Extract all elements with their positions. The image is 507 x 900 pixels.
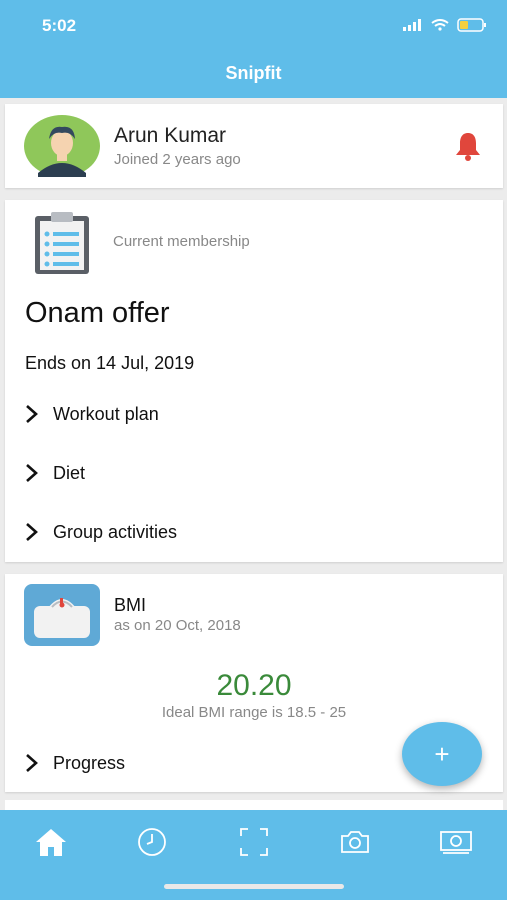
menu-item-workout-plan[interactable]: Workout plan [23,399,159,429]
menu-item-diet[interactable]: Diet [23,458,85,488]
menu-item-label: Diet [53,462,86,483]
plus-icon: + [434,738,450,769]
status-time: 5:02 [42,16,77,35]
nav-camera[interactable] [335,822,375,862]
app-header: 5:02 Snipfit [0,0,507,98]
menu-item-label: Workout plan [53,403,159,424]
nav-home[interactable] [31,822,71,862]
signal-icon [403,19,421,31]
status-icons [403,18,487,32]
bmi-ideal-range: Ideal BMI range is 18.5 - 25 [161,704,347,721]
home-indicator [164,884,344,889]
scan-icon [240,828,268,856]
menu-item-label: Group activities [53,521,178,542]
chevron-right-icon [26,464,38,482]
bmi-value: 20.20 [216,669,292,702]
camera-icon [341,831,369,853]
membership-label: Current membership [113,233,250,250]
add-button[interactable]: + [402,722,482,786]
offer-title: Onam offer [25,297,170,329]
user-name: Arun Kumar [114,124,227,147]
bmi-date: as on 20 Oct, 2018 [114,617,241,634]
nav-history[interactable] [132,822,172,862]
battery-icon [457,18,486,32]
bmi-title: BMI [114,595,147,615]
joined-text: Joined 2 years ago [114,151,241,168]
menu-item-label: Progress [53,752,126,773]
nav-scan[interactable] [234,822,274,862]
membership-end-date: Ends on 14 Jul, 2019 [25,353,195,373]
clipboard-icon [35,212,89,274]
app-title: Snipfit [225,63,282,83]
chevron-right-icon [26,405,38,423]
avatar[interactable] [24,115,100,177]
wifi-icon [431,19,449,31]
next-card-edge [5,800,503,810]
nav-payments[interactable] [436,822,476,862]
clock-icon [138,828,166,856]
money-icon [440,831,472,854]
membership-card: Current membership Onam offer Ends on 14… [5,200,503,562]
bell-icon[interactable] [453,130,483,162]
menu-item-progress[interactable]: Progress [23,748,125,778]
menu-item-group-activities[interactable]: Group activities [23,517,177,547]
weighing-scale-icon [24,584,100,646]
chevron-right-icon [26,523,38,541]
home-icon [36,829,66,856]
profile-card[interactable]: Arun Kumar Joined 2 years ago [5,104,503,188]
chevron-right-icon [26,754,38,772]
